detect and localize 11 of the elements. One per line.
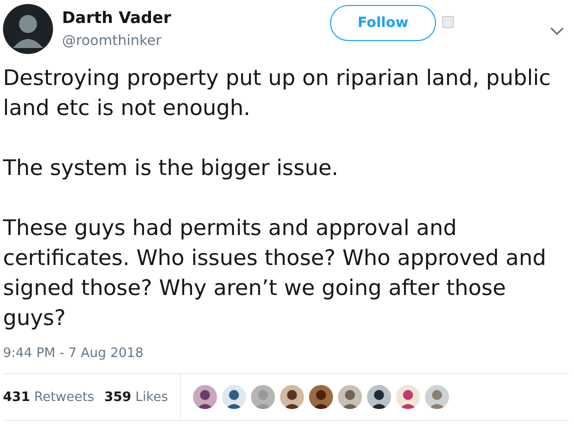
author-handle: @roomthinker [62, 33, 162, 49]
tweet-text: Destroying property put up on riparian land, public land etc is not enough. [3, 65, 552, 123]
tweet-text: The system is the bigger issue. [3, 155, 340, 183]
timestamp: 9:44 PM - 7 Aug 2018 [3, 346, 144, 361]
avatar[interactable] [3, 4, 53, 54]
author-name: Darth Vader [62, 8, 172, 27]
stat-link[interactable]: 359 Likes [104, 390, 168, 404]
tweet-text: These guys had permits and approval and certificates. Who issues those? Who approved and signed those? Why aren’t we going after those guys? [3, 215, 548, 333]
stat-link[interactable]: 431 Retweets [3, 390, 94, 404]
chevron-icon[interactable] [550, 26, 564, 36]
badge-icon [442, 16, 454, 28]
